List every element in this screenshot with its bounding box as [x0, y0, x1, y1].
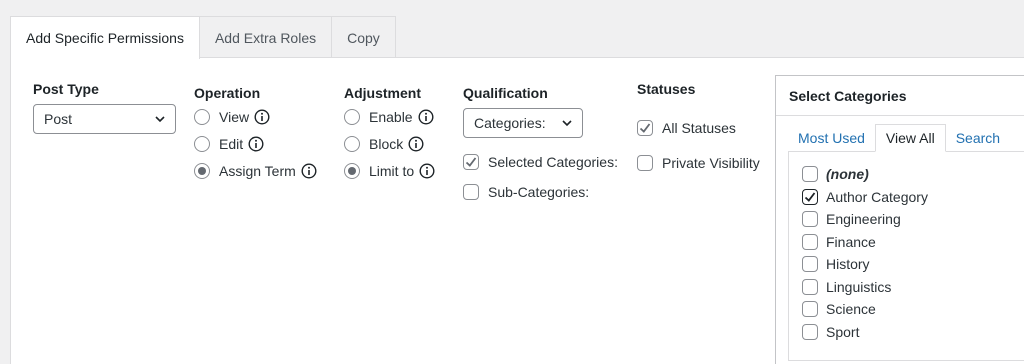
category-science-checkbox[interactable] [802, 301, 818, 317]
category-linguistics-checkbox[interactable] [802, 279, 818, 295]
selected-categories-option[interactable]: Selected Categories: [463, 154, 618, 170]
post-type-select[interactable]: Post [33, 104, 176, 134]
info-icon[interactable] [418, 109, 434, 125]
select-categories-box: Select Categories Most Used View All Sea… [775, 75, 1024, 364]
category-label: Science [826, 301, 876, 317]
adjustment-limit-to[interactable]: Limit to [344, 163, 435, 179]
category-sport-checkbox[interactable] [802, 324, 818, 340]
select-categories-heading: Select Categories [776, 76, 1024, 116]
category-item[interactable]: History [802, 256, 870, 272]
operation-edit-radio[interactable] [194, 136, 210, 152]
adjustment-limit-to-label: Limit to [369, 163, 415, 179]
adjustment-heading: Adjustment [344, 85, 421, 101]
operation-assign-term-radio[interactable] [194, 163, 210, 179]
category-label: Engineering [826, 211, 901, 227]
category-item[interactable]: Finance [802, 234, 876, 250]
category-label: Finance [826, 234, 876, 250]
tab-view-all[interactable]: View All [874, 124, 946, 152]
private-visibility-checkbox[interactable] [637, 155, 653, 171]
post-type-heading: Post Type [33, 81, 99, 97]
qualification-select[interactable]: Categories: [463, 108, 583, 138]
info-icon[interactable] [254, 109, 270, 125]
category-item[interactable]: Sport [802, 324, 859, 340]
tab-add-specific-permissions[interactable]: Add Specific Permissions [10, 16, 200, 59]
permission-tabs: Add Specific Permissions Add Extra Roles… [10, 16, 396, 59]
operation-edit[interactable]: Edit [194, 136, 264, 152]
all-statuses-label: All Statuses [662, 120, 736, 136]
adjustment-enable-label: Enable [369, 109, 413, 125]
chevron-down-icon [155, 116, 165, 123]
info-icon[interactable] [301, 163, 317, 179]
selected-categories-label: Selected Categories: [488, 154, 618, 170]
operation-view-radio[interactable] [194, 109, 210, 125]
category-label: Linguistics [826, 279, 892, 295]
operation-heading: Operation [194, 85, 261, 101]
category-label: Sport [826, 324, 860, 340]
all-statuses-checkbox[interactable] [637, 120, 653, 136]
adjustment-block[interactable]: Block [344, 136, 424, 152]
adjustment-block-label: Block [369, 136, 404, 152]
adjustment-limit-to-radio[interactable] [344, 163, 360, 179]
category-item[interactable]: Science [802, 301, 876, 317]
private-visibility-option[interactable]: Private Visibility [637, 155, 760, 171]
sub-categories-checkbox[interactable] [463, 184, 479, 200]
post-type-value: Post [44, 111, 73, 127]
qualification-heading: Qualification [463, 85, 548, 101]
info-icon[interactable] [408, 136, 424, 152]
private-visibility-label: Private Visibility [662, 155, 760, 171]
operation-view[interactable]: View [194, 109, 270, 125]
category-list: (none) Author Category Engineering Finan… [788, 151, 1024, 361]
category-item[interactable]: Author Category [802, 189, 928, 205]
adjustment-block-radio[interactable] [344, 136, 360, 152]
category-label: History [826, 256, 870, 272]
tab-add-extra-roles[interactable]: Add Extra Roles [198, 16, 333, 58]
category-tabs: Most Used View All Search [788, 124, 1010, 152]
statuses-heading: Statuses [637, 81, 696, 97]
category-finance-checkbox[interactable] [802, 234, 818, 250]
operation-view-label: View [219, 109, 250, 125]
category-engineering-checkbox[interactable] [802, 211, 818, 227]
tab-copy[interactable]: Copy [331, 16, 396, 58]
category-label: (none) [826, 166, 869, 182]
adjustment-enable[interactable]: Enable [344, 109, 434, 125]
tab-most-used[interactable]: Most Used [788, 124, 875, 152]
operation-assign-term-label: Assign Term [219, 163, 296, 179]
selected-categories-checkbox[interactable] [463, 154, 479, 170]
operation-edit-label: Edit [219, 136, 244, 152]
adjustment-enable-radio[interactable] [344, 109, 360, 125]
category-label: Author Category [826, 189, 928, 205]
info-icon[interactable] [419, 163, 435, 179]
checkmark-icon [465, 157, 477, 167]
category-none-checkbox[interactable] [802, 166, 818, 182]
operation-assign-term[interactable]: Assign Term [194, 163, 317, 179]
category-item[interactable]: Linguistics [802, 279, 891, 295]
checkmark-icon [804, 192, 816, 202]
category-item[interactable]: (none) [802, 166, 869, 182]
tab-search[interactable]: Search [946, 124, 1010, 152]
sub-categories-option[interactable]: Sub-Categories: [463, 184, 589, 200]
category-history-checkbox[interactable] [802, 256, 818, 272]
all-statuses-option[interactable]: All Statuses [637, 120, 736, 136]
info-icon[interactable] [248, 136, 264, 152]
sub-categories-label: Sub-Categories: [488, 184, 590, 200]
category-author-checkbox[interactable] [802, 189, 818, 205]
category-item[interactable]: Engineering [802, 211, 901, 227]
chevron-down-icon [562, 120, 572, 127]
checkmark-icon [639, 123, 651, 133]
qualification-value: Categories: [474, 115, 546, 131]
